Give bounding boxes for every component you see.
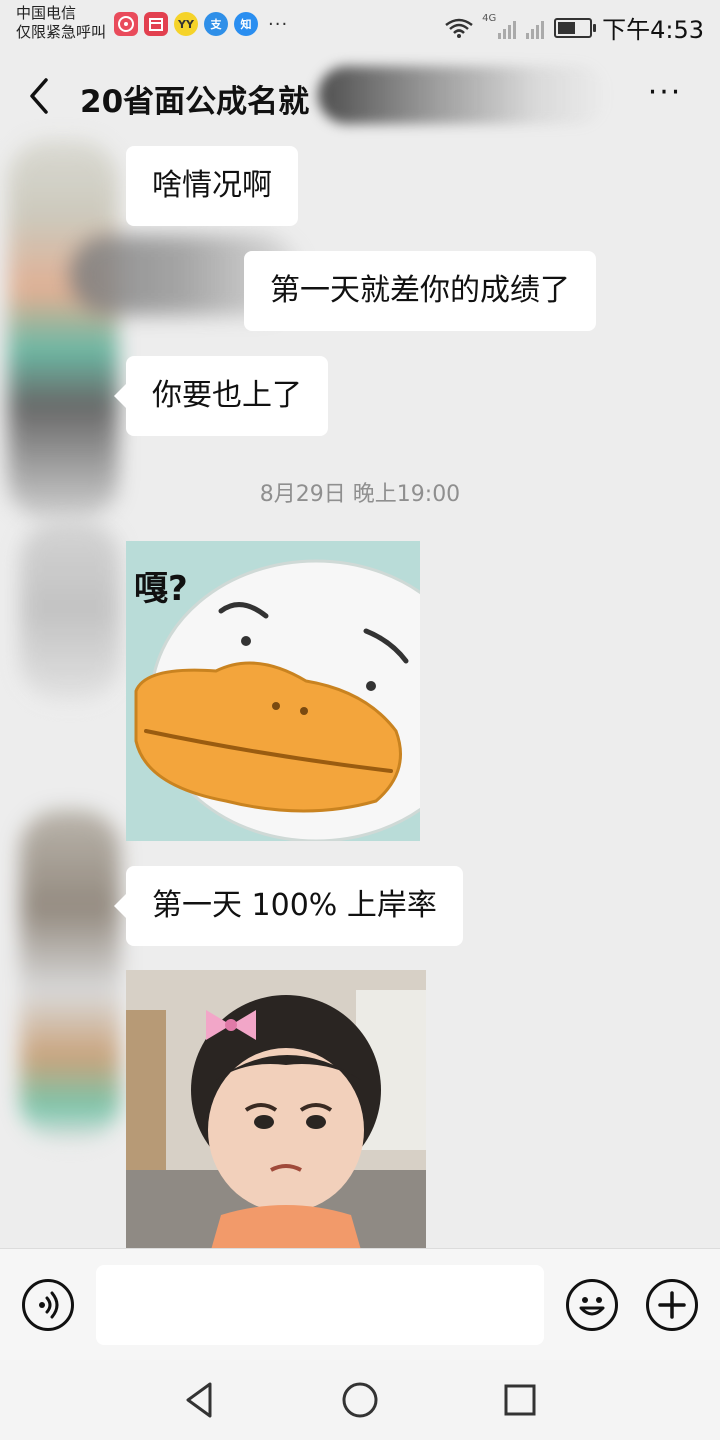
system-navigation-bar: [0, 1360, 720, 1440]
chat-header: 20省面公成名就 ···: [0, 48, 720, 144]
chevron-left-icon: [30, 78, 48, 114]
alipay-icon: 支: [204, 12, 228, 36]
network-type: 4G: [482, 12, 497, 24]
wifi-icon: [445, 18, 473, 38]
calendar-icon: [144, 12, 168, 36]
emergency-only-label: 仅限紧急呼叫: [16, 23, 107, 41]
voice-input-button[interactable]: [22, 1279, 74, 1331]
chat-bubble[interactable]: 第一天 100% 上岸率: [114, 866, 463, 946]
nav-recents-button[interactable]: [500, 1380, 540, 1420]
redacted-avatar: [8, 140, 118, 520]
status-right: 4G 下午4:53: [444, 10, 704, 45]
crying-girl-sticker[interactable]: [126, 970, 426, 1250]
more-actions-button[interactable]: [646, 1279, 698, 1331]
battery-level: [558, 21, 576, 34]
more-notifications-icon: ···: [268, 13, 289, 35]
chat-bubble[interactable]: 啥情况啊: [126, 146, 298, 226]
redacted-avatar: [20, 810, 120, 1140]
emoji-button[interactable]: [566, 1279, 618, 1331]
zhengzhou-app-icon: [114, 12, 138, 36]
emoji-icon: [579, 1297, 605, 1316]
back-button[interactable]: [20, 74, 60, 118]
sticker-caption: 嘎?: [134, 569, 188, 609]
duck-sticker[interactable]: 嘎?: [126, 541, 420, 841]
notification-icons: YY 支 知 ···: [114, 12, 288, 36]
yy-icon: YY: [174, 12, 198, 36]
triangle-back-icon: [186, 1382, 212, 1418]
signal-icon: 4G: [482, 13, 545, 39]
message-input[interactable]: [96, 1265, 544, 1345]
chat-title: 20省面公成名就: [80, 84, 310, 120]
carrier-info: 中国电信 仅限紧急呼叫: [16, 4, 106, 42]
chat-bubble[interactable]: 你要也上了: [114, 356, 328, 436]
girl-illustration: [126, 970, 426, 1250]
battery-icon: [554, 17, 597, 38]
redacted-avatar: [20, 520, 120, 700]
nav-back-button[interactable]: [180, 1380, 220, 1420]
plus-icon: [658, 1291, 686, 1319]
clock: 下午4:53: [602, 16, 704, 44]
carrier-name: 中国电信: [16, 4, 77, 22]
zhihu-icon: 知: [234, 12, 258, 36]
message-timestamp: 8月29日 晚上19:00: [259, 482, 461, 507]
nav-home-button[interactable]: [340, 1380, 380, 1420]
chat-bubble[interactable]: 第一天就差你的成绩了: [244, 251, 596, 331]
status-bar: 中国电信 仅限紧急呼叫 YY 支 知 ··· 4G 下午4:53: [0, 0, 720, 48]
voice-icon: [39, 1291, 59, 1319]
circle-home-icon: [342, 1382, 378, 1418]
square-recents-icon: [504, 1384, 536, 1416]
more-options-button[interactable]: ···: [640, 78, 690, 118]
input-bar: [0, 1248, 720, 1361]
title-redaction: [318, 66, 608, 124]
